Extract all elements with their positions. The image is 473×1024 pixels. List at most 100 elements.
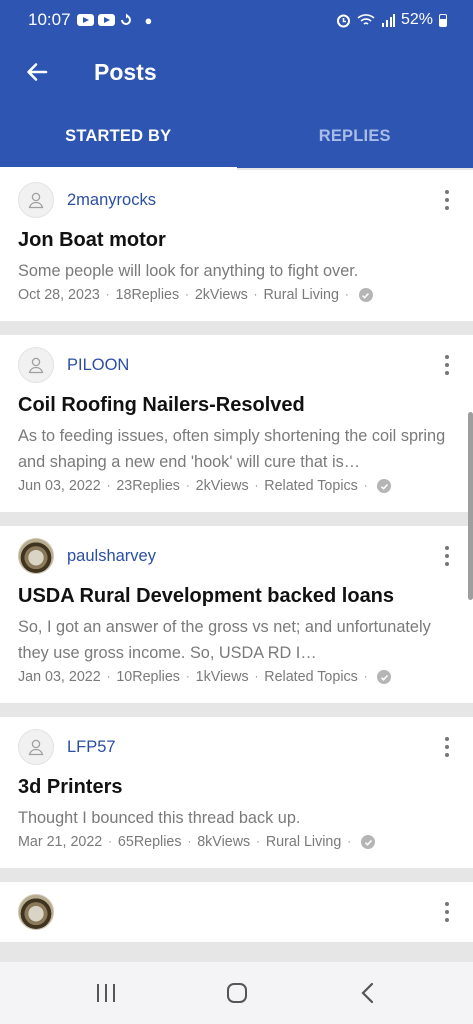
avatar[interactable] bbox=[18, 538, 54, 574]
post-title[interactable]: USDA Rural Development backed loans bbox=[18, 584, 455, 608]
more-options-button[interactable] bbox=[435, 897, 459, 927]
check-icon bbox=[377, 670, 392, 684]
post-category[interactable]: Related Topics bbox=[264, 478, 358, 494]
avatar[interactable] bbox=[18, 182, 54, 218]
meta-separator: · bbox=[108, 836, 112, 848]
post-date: Oct 28, 2023 bbox=[18, 287, 100, 303]
recent-apps-icon bbox=[96, 984, 115, 1002]
user-placeholder-icon bbox=[28, 192, 44, 209]
meta-separator: · bbox=[254, 480, 259, 492]
meta-separator: · bbox=[254, 671, 259, 683]
post-card[interactable]: paulsharvey USDA Rural Development backe… bbox=[0, 526, 473, 703]
meta-separator: · bbox=[185, 289, 189, 301]
meta-separator: · bbox=[185, 671, 190, 683]
post-date: Jun 03, 2022 bbox=[18, 478, 101, 494]
avatar[interactable] bbox=[18, 347, 54, 383]
scrollbar[interactable] bbox=[468, 412, 473, 600]
check-icon bbox=[377, 479, 392, 493]
post-meta: Mar 21, 2022 · 65Replies · 8kViews · Rur… bbox=[18, 834, 455, 868]
youtube-icon bbox=[76, 14, 94, 26]
page-title: Posts bbox=[94, 58, 157, 85]
post-views: 2kViews bbox=[194, 287, 248, 303]
post-meta: Oct 28, 2023 · 18Replies · 2kViews · Rur… bbox=[18, 287, 455, 321]
post-views: 1kViews bbox=[195, 669, 249, 685]
check-icon bbox=[361, 835, 376, 849]
post-date: Jan 03, 2022 bbox=[18, 669, 101, 685]
post-excerpt: As to feeding issues, often simply short… bbox=[18, 427, 446, 471]
meta-separator: · bbox=[344, 289, 349, 301]
signal-icon bbox=[381, 14, 395, 27]
alarm-icon bbox=[336, 14, 350, 27]
post-card[interactable]: PILOON Coil Roofing Nailers-Resolved As … bbox=[0, 335, 473, 512]
meta-separator: · bbox=[363, 480, 368, 492]
arrow-left-icon bbox=[27, 63, 48, 81]
more-options-button[interactable] bbox=[435, 541, 459, 571]
post-replies: 10Replies bbox=[116, 669, 180, 685]
status-bar: 10:07 ● 52% bbox=[0, 0, 473, 40]
meta-separator: · bbox=[106, 671, 111, 683]
nav-back-button[interactable] bbox=[348, 973, 388, 1013]
youtube-icon bbox=[97, 14, 115, 26]
status-time: 10:07 bbox=[28, 10, 71, 29]
avatar[interactable] bbox=[18, 894, 54, 930]
tab-started-by[interactable]: STARTED BY bbox=[0, 104, 237, 170]
post-excerpt: So, I got an answer of the gross vs net;… bbox=[18, 618, 431, 662]
post-author[interactable]: 2manyrocks bbox=[67, 191, 156, 210]
recent-apps-button[interactable] bbox=[86, 973, 126, 1013]
post-title[interactable]: 3d Printers bbox=[18, 775, 455, 799]
tab-label: REPLIES bbox=[318, 126, 391, 145]
sync-icon bbox=[120, 13, 131, 25]
check-icon bbox=[358, 288, 373, 302]
post-replies: 23Replies bbox=[116, 478, 180, 494]
wifi-icon bbox=[357, 14, 375, 25]
home-button[interactable] bbox=[217, 973, 257, 1013]
post-category[interactable]: Rural Living bbox=[263, 287, 339, 303]
post-card[interactable]: 2manyrocks Jon Boat motor Some people wi… bbox=[0, 170, 473, 321]
meta-separator: · bbox=[185, 480, 190, 492]
meta-separator: · bbox=[256, 836, 260, 848]
system-nav-bar bbox=[0, 962, 473, 1024]
tab-replies[interactable]: REPLIES bbox=[237, 104, 473, 168]
avatar[interactable] bbox=[18, 729, 54, 765]
post-category[interactable]: Rural Living bbox=[266, 834, 342, 850]
user-placeholder-icon bbox=[28, 357, 44, 374]
post-list[interactable]: 2manyrocks Jon Boat motor Some people wi… bbox=[0, 170, 473, 962]
meta-separator: · bbox=[347, 836, 352, 848]
post-meta: Jun 03, 2022 · 23Replies · 2kViews · Rel… bbox=[18, 478, 455, 512]
post-title[interactable]: Coil Roofing Nailers-Resolved bbox=[18, 393, 455, 417]
app-bar: Posts bbox=[0, 40, 473, 104]
post-category[interactable]: Related Topics bbox=[264, 669, 358, 685]
back-button[interactable] bbox=[22, 57, 52, 87]
battery-icon bbox=[439, 13, 447, 27]
home-icon bbox=[226, 983, 247, 1003]
post-author[interactable]: LFP57 bbox=[67, 738, 116, 757]
post-author[interactable]: paulsharvey bbox=[67, 547, 156, 566]
meta-separator: · bbox=[105, 289, 110, 301]
tab-label: STARTED BY bbox=[65, 126, 172, 145]
post-views: 2kViews bbox=[195, 478, 249, 494]
post-date: Mar 21, 2022 bbox=[18, 834, 103, 850]
post-excerpt: Thought I bounced this thread back up. bbox=[18, 809, 301, 827]
post-card-partial[interactable] bbox=[0, 882, 473, 942]
dot-icon: ● bbox=[144, 12, 153, 28]
more-options-button[interactable] bbox=[435, 732, 459, 762]
post-replies: 65Replies bbox=[117, 834, 182, 850]
post-replies: 18Replies bbox=[115, 287, 180, 303]
post-excerpt: Some people will look for anything to fi… bbox=[18, 262, 359, 280]
back-icon bbox=[360, 982, 373, 1004]
tab-bar: STARTED BY REPLIES bbox=[0, 104, 473, 170]
more-options-button[interactable] bbox=[435, 185, 459, 215]
meta-separator: · bbox=[187, 836, 192, 848]
post-card[interactable]: LFP57 3d Printers Thought I bounced this… bbox=[0, 717, 473, 868]
post-views: 8kViews bbox=[197, 834, 251, 850]
status-right: 52% bbox=[336, 11, 447, 29]
meta-separator: · bbox=[253, 289, 258, 301]
user-placeholder-icon bbox=[28, 739, 44, 756]
post-title[interactable]: Jon Boat motor bbox=[18, 228, 455, 252]
more-options-button[interactable] bbox=[435, 350, 459, 380]
meta-separator: · bbox=[363, 671, 368, 683]
battery-percent: 52% bbox=[400, 11, 433, 28]
status-left-icons: ● bbox=[76, 12, 153, 28]
post-meta: Jan 03, 2022 · 10Replies · 1kViews · Rel… bbox=[18, 669, 455, 703]
post-author[interactable]: PILOON bbox=[67, 356, 129, 375]
